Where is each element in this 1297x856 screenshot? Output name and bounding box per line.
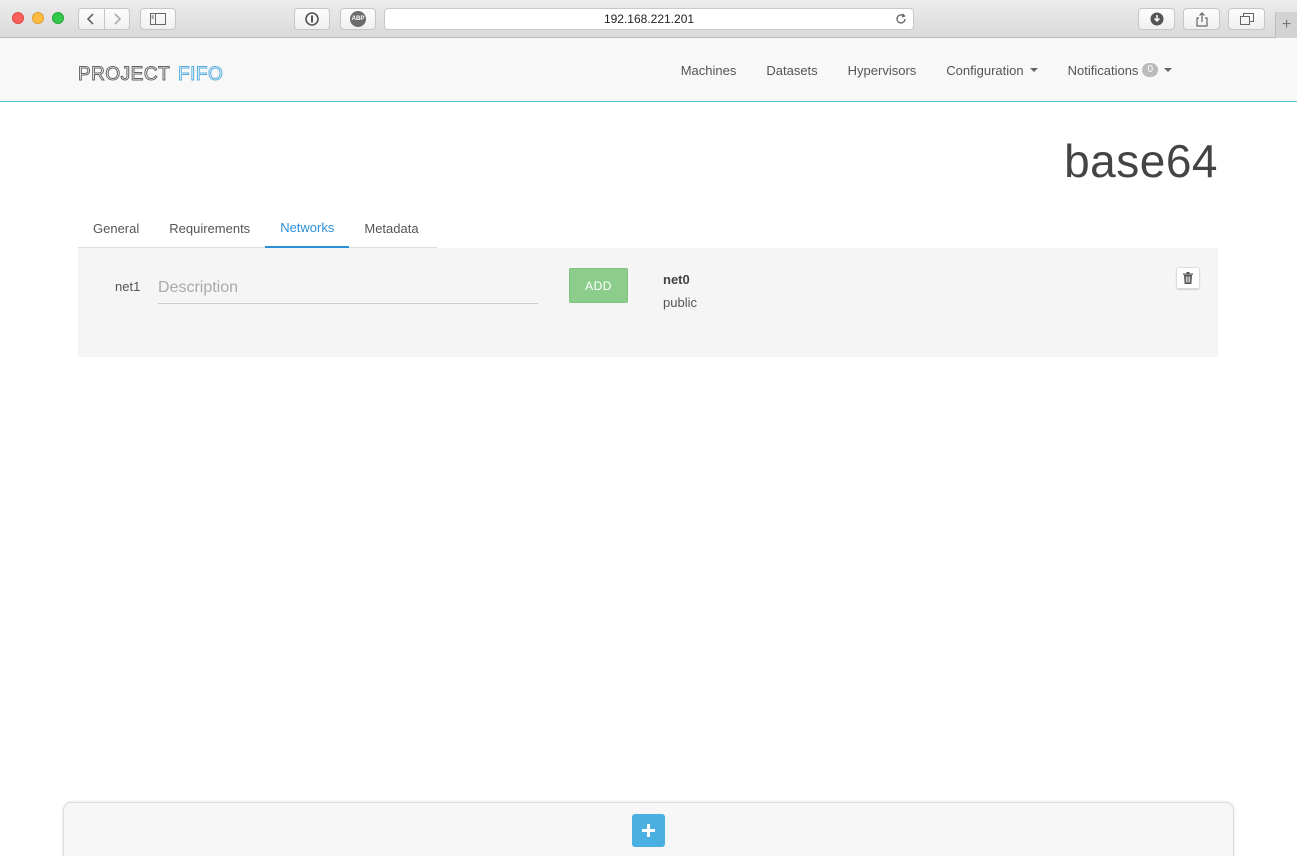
tab-networks-label: Networks: [280, 219, 335, 235]
nav-hypervisors[interactable]: Hypervisors: [833, 38, 932, 102]
tab-metadata[interactable]: Metadata: [349, 208, 433, 248]
zoom-window-button[interactable]: [52, 12, 64, 24]
adblock-icon: ABP: [350, 11, 366, 27]
password-manager-button[interactable]: [294, 8, 330, 30]
plus-icon: [642, 824, 655, 837]
adblock-button[interactable]: ABP: [340, 8, 376, 30]
share-button[interactable]: [1183, 8, 1220, 30]
forward-button[interactable]: [103, 9, 129, 29]
browser-toolbar: ABP 192.168.221.201 +: [0, 0, 1297, 38]
dataset-tabs: General Requirements Networks Metadata: [78, 208, 437, 248]
plus-icon: +: [1281, 16, 1292, 33]
nav-hypervisors-label: Hypervisors: [847, 62, 917, 78]
minimize-window-button[interactable]: [32, 12, 44, 24]
nav-configuration-label: Configuration: [946, 62, 1024, 78]
caret-down-icon: [1029, 68, 1038, 72]
add-network-button[interactable]: ADD: [569, 268, 628, 303]
footer-bar: [63, 802, 1234, 856]
delete-network-button[interactable]: [1176, 267, 1200, 289]
networks-panel: net1 ADD net0 public: [78, 248, 1218, 357]
reload-icon[interactable]: [895, 13, 907, 25]
add-button[interactable]: [632, 814, 665, 847]
nav-notifications-dropdown[interactable]: Notifications 0: [1053, 38, 1187, 102]
downloads-button[interactable]: [1138, 8, 1175, 30]
back-button[interactable]: [79, 9, 104, 29]
tab-metadata-label: Metadata: [364, 220, 419, 236]
share-icon: [1195, 11, 1208, 27]
chevron-left-icon: [87, 13, 95, 25]
nav-configuration-dropdown[interactable]: Configuration: [931, 38, 1052, 102]
tab-networks[interactable]: Networks: [265, 208, 350, 248]
tabs-icon: [1239, 13, 1254, 25]
url-text: 192.168.221.201: [603, 12, 695, 26]
history-nav: [78, 8, 130, 30]
app-navbar: PROJECT FIFO Machines Datasets Hyperviso…: [0, 38, 1297, 102]
close-window-button[interactable]: [12, 12, 24, 24]
notification-count-badge: 0: [1142, 63, 1158, 77]
nav-machines-label: Machines: [680, 62, 737, 78]
nav-datasets[interactable]: Datasets: [751, 38, 832, 102]
project-fifo-logo: PROJECT FIFO: [78, 64, 224, 86]
brand-text-fifo: FIFO: [178, 64, 223, 84]
tab-requirements-label: Requirements: [169, 220, 251, 236]
new-network-label: net1: [115, 279, 141, 294]
tab-overview-button[interactable]: [1228, 8, 1265, 30]
network-description-input[interactable]: [158, 272, 538, 304]
network-description: public: [663, 295, 697, 310]
sidebar-toggle-button[interactable]: [140, 8, 176, 30]
sidebar-icon: [150, 13, 166, 25]
brand-text-project: PROJECT: [78, 64, 170, 84]
tab-general[interactable]: General: [78, 208, 154, 248]
trash-icon: [1183, 272, 1193, 284]
nav-notifications-label: Notifications: [1067, 62, 1139, 78]
page-title: base64: [1064, 135, 1218, 187]
chevron-right-icon: [114, 13, 122, 25]
nav-datasets-label: Datasets: [766, 62, 818, 78]
network-name: net0: [663, 272, 690, 287]
tab-general-label: General: [93, 220, 140, 236]
nav-machines[interactable]: Machines: [666, 38, 752, 102]
brand-logo[interactable]: PROJECT FIFO: [78, 62, 248, 86]
password-manager-icon: [305, 12, 319, 26]
new-tab-button[interactable]: +: [1275, 12, 1297, 38]
main-nav: Machines Datasets Hypervisors Configurat…: [666, 38, 1187, 102]
download-icon: [1150, 12, 1163, 26]
caret-down-icon: [1164, 68, 1172, 72]
tab-requirements[interactable]: Requirements: [154, 208, 265, 248]
address-bar[interactable]: 192.168.221.201: [384, 8, 914, 30]
